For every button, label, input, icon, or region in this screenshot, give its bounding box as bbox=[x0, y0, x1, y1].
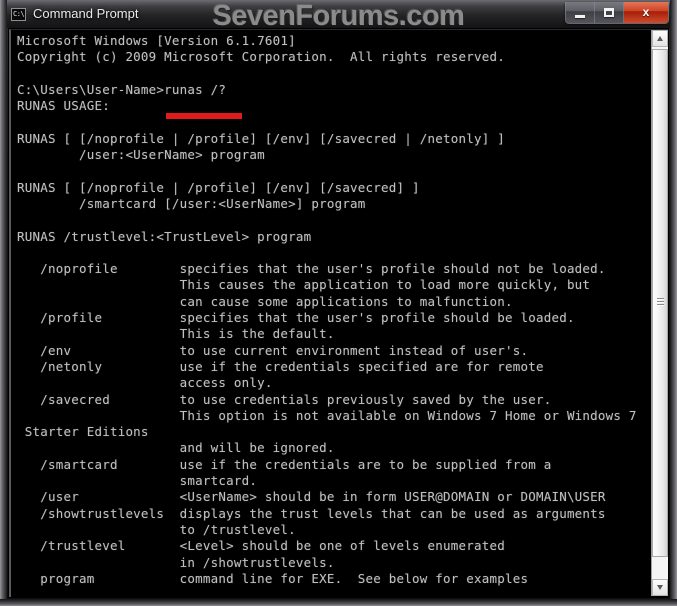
minimize-button[interactable] bbox=[566, 2, 595, 23]
vertical-scrollbar[interactable] bbox=[651, 30, 668, 596]
cmd-icon-glyph: C:\ bbox=[13, 10, 25, 18]
window-border-right[interactable] bbox=[670, 0, 677, 606]
scroll-up-arrow-button[interactable] bbox=[652, 30, 668, 47]
scrollbar-grip-icon bbox=[657, 298, 664, 308]
minimize-icon bbox=[575, 15, 585, 18]
console-screen[interactable]: Microsoft Windows [Version 6.1.7601] Cop… bbox=[13, 31, 650, 595]
close-icon: x bbox=[642, 5, 650, 19]
maximize-button[interactable] bbox=[595, 2, 624, 23]
window-border-left[interactable] bbox=[0, 0, 7, 606]
console-output-text: Microsoft Windows [Version 6.1.7601] Cop… bbox=[17, 33, 637, 586]
scrollbar-track[interactable] bbox=[652, 47, 668, 579]
window-border-bottom[interactable] bbox=[0, 599, 677, 606]
caption-button-group: x bbox=[565, 2, 669, 24]
chevron-down-icon bbox=[657, 585, 663, 590]
window-title: Command Prompt bbox=[33, 6, 139, 21]
scroll-down-arrow-button[interactable] bbox=[652, 579, 668, 596]
command-prompt-window: C:\ Command Prompt SevenForums.com x Mic… bbox=[0, 0, 677, 606]
cmd-icon[interactable]: C:\ bbox=[11, 8, 26, 21]
console-client-area: Microsoft Windows [Version 6.1.7601] Cop… bbox=[8, 28, 669, 598]
close-button[interactable]: x bbox=[624, 2, 668, 23]
red-underline-annotation bbox=[166, 113, 242, 119]
scrollbar-thumb[interactable] bbox=[652, 49, 668, 557]
maximize-icon bbox=[604, 8, 614, 17]
chevron-up-icon bbox=[657, 36, 663, 41]
